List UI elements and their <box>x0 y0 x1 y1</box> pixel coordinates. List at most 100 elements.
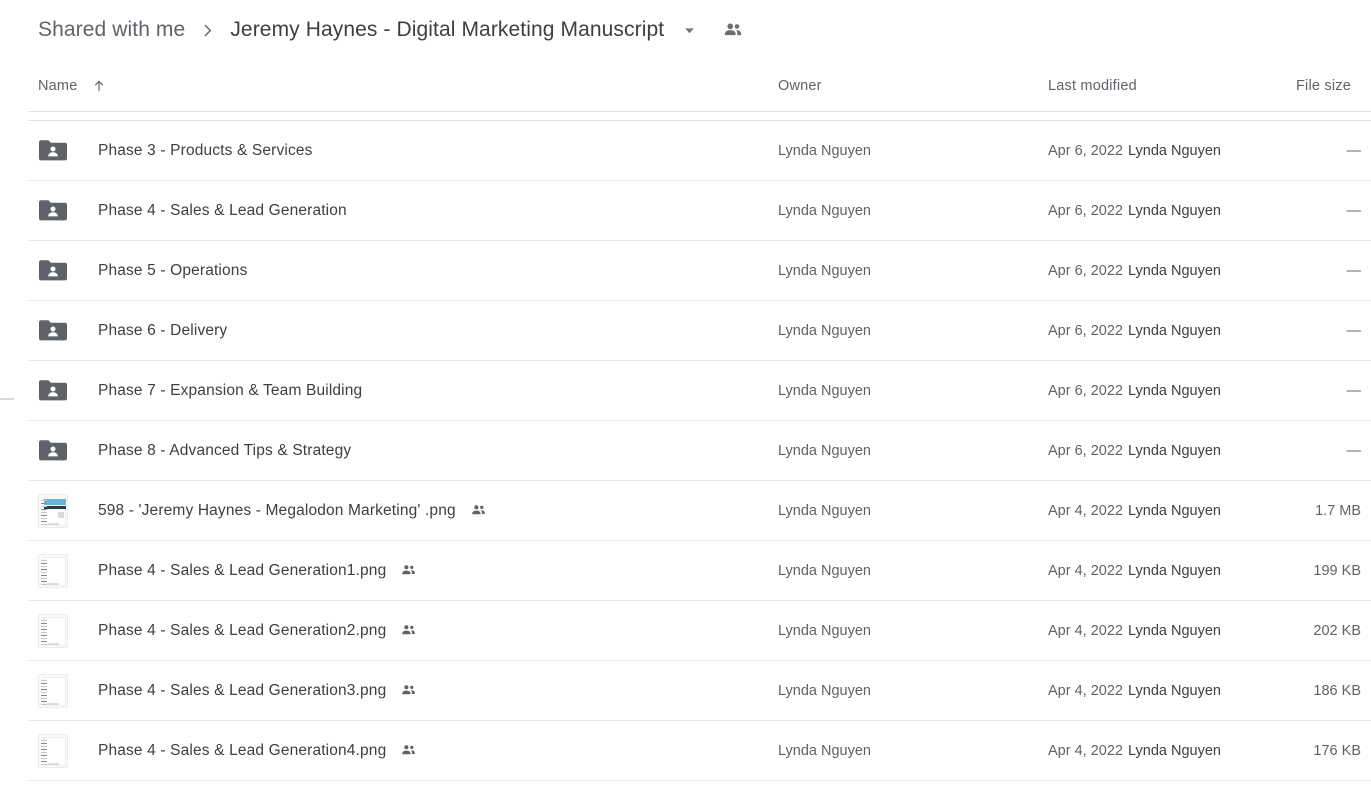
row-name-cell[interactable]: Phase 4 - Sales & Lead Generation2.png <box>38 613 778 648</box>
row-modified-date: Apr 6, 2022 <box>1048 262 1123 279</box>
row-name-cell[interactable]: Phase 4 - Sales & Lead Generation4.png <box>38 733 778 768</box>
row-file-size: — <box>1346 202 1362 219</box>
table-row[interactable]: Phase 4 - Sales & Lead Generation2.png Ly… <box>28 601 1371 661</box>
row-modified-by: Lynda Nguyen <box>1127 562 1221 579</box>
breadcrumb-parent-link[interactable]: Shared with me <box>38 18 185 42</box>
row-name-label: Phase 4 - Sales & Lead Generation2.png <box>98 621 387 639</box>
table-row[interactable]: Phase 4 - Sales & Lead Generation1.png Ly… <box>28 541 1371 601</box>
shared-people-badge-icon <box>400 562 417 579</box>
row-name-label: Phase 5 - Operations <box>98 261 248 279</box>
shared-folder-icon <box>38 318 78 343</box>
row-name-label: Phase 4 - Sales & Lead Generation4.png <box>98 741 387 759</box>
breadcrumb: Shared with me Jeremy Haynes - Digital M… <box>0 0 1371 60</box>
row-name-label: Phase 7 - Expansion & Team Building <box>98 381 363 399</box>
row-modified-date: Apr 4, 2022 <box>1048 742 1123 759</box>
row-name-cell[interactable]: Phase 4 - Sales & Lead Generation3.png <box>38 673 778 708</box>
chevron-down-icon[interactable] <box>678 19 700 41</box>
row-owner: Lynda Nguyen <box>778 622 871 639</box>
column-header-name-label: Name <box>38 77 78 94</box>
png-thumbnail-icon <box>38 553 78 588</box>
row-owner: Lynda Nguyen <box>778 262 871 279</box>
row-file-size: — <box>1346 262 1362 279</box>
row-modified-date: Apr 6, 2022 <box>1048 142 1123 159</box>
row-modified-by: Lynda Nguyen <box>1127 322 1221 339</box>
png-thumbnail-icon <box>38 673 78 708</box>
row-modified-by: Lynda Nguyen <box>1127 682 1221 699</box>
row-modified-by: Lynda Nguyen <box>1127 502 1221 519</box>
row-last-modified: Apr 6, 2022 Lynda Nguyen <box>1048 443 1296 459</box>
table-row[interactable]: Phase 3 - Products & Services Lynda Nguye… <box>28 121 1371 181</box>
shared-folder-icon <box>38 378 78 403</box>
table-row[interactable]: 598 - 'Jeremy Haynes - Megalodon Marketi… <box>28 481 1371 541</box>
row-file-size: 199 KB <box>1313 562 1361 579</box>
row-owner: Lynda Nguyen <box>778 502 871 519</box>
table-row[interactable]: Phase 8 - Advanced Tips & Strategy Lynda … <box>28 421 1371 481</box>
row-modified-by: Lynda Nguyen <box>1127 622 1221 639</box>
shared-folder-icon <box>38 198 78 223</box>
table-row[interactable]: Phase 4 - Sales & Lead Generation3.png Ly… <box>28 661 1371 721</box>
column-header-file-size[interactable]: File size <box>1296 78 1361 94</box>
png-thumbnail-icon <box>38 613 78 648</box>
row-name-cell[interactable]: Phase 5 - Operations <box>38 258 778 283</box>
row-modified-date: Apr 6, 2022 <box>1048 382 1123 399</box>
row-name-cell[interactable]: 598 - 'Jeremy Haynes - Megalodon Marketi… <box>38 493 778 528</box>
shared-people-badge-icon <box>400 682 417 699</box>
row-owner: Lynda Nguyen <box>778 142 871 159</box>
row-owner: Lynda Nguyen <box>778 442 871 459</box>
column-header-name[interactable]: Name <box>38 78 778 94</box>
table-row[interactable]: Phase 4 - Sales & Lead Generation Lynda N… <box>28 181 1371 241</box>
row-last-modified: Apr 6, 2022 Lynda Nguyen <box>1048 143 1296 159</box>
people-shared-icon[interactable] <box>722 19 744 41</box>
png-thumbnail-icon <box>38 733 78 768</box>
row-name-cell[interactable]: Phase 8 - Advanced Tips & Strategy <box>38 438 778 463</box>
table-row[interactable]: Phase 5 - Operations Lynda Nguyen Apr 6, 2… <box>28 241 1371 301</box>
row-modified-date: Apr 6, 2022 <box>1048 202 1123 219</box>
file-list-table: Name Owner Last modified File size Phase… <box>0 60 1371 781</box>
row-name-cell[interactable]: Phase 4 - Sales & Lead Generation <box>38 198 778 223</box>
arrow-up-icon[interactable] <box>91 78 107 94</box>
row-modified-date: Apr 6, 2022 <box>1048 442 1123 459</box>
shared-folder-icon <box>38 438 78 463</box>
table-row[interactable]: Phase 7 - Expansion & Team Building Lynda… <box>28 361 1371 421</box>
column-header-owner[interactable]: Owner <box>778 78 1048 94</box>
row-modified-by: Lynda Nguyen <box>1127 262 1221 279</box>
png-thumbnail-icon <box>38 493 78 528</box>
row-modified-date: Apr 4, 2022 <box>1048 562 1123 579</box>
row-name-label: Phase 4 - Sales & Lead Generation3.png <box>98 681 387 699</box>
row-name-label: Phase 4 - Sales & Lead Generation1.png <box>98 561 387 579</box>
row-name-label: Phase 8 - Advanced Tips & Strategy <box>98 441 352 459</box>
row-owner: Lynda Nguyen <box>778 322 871 339</box>
shared-folder-icon <box>38 138 78 163</box>
row-file-size: 202 KB <box>1313 622 1361 639</box>
row-file-size: 186 KB <box>1313 682 1361 699</box>
table-row[interactable]: Phase 6 - Delivery Lynda Nguyen Apr 6, 202… <box>28 301 1371 361</box>
column-header-last-modified[interactable]: Last modified <box>1048 78 1296 94</box>
row-name-cell[interactable]: Phase 3 - Products & Services <box>38 138 778 163</box>
row-file-size: — <box>1346 442 1362 459</box>
row-file-size: — <box>1346 142 1362 159</box>
row-modified-date: Apr 6, 2022 <box>1048 322 1123 339</box>
row-last-modified: Apr 4, 2022 Lynda Nguyen <box>1048 743 1296 759</box>
table-row[interactable]: Phase 4 - Sales & Lead Generation4.png Ly… <box>28 721 1371 781</box>
row-name-cell[interactable]: Phase 6 - Delivery <box>38 318 778 343</box>
row-name-label: 598 - 'Jeremy Haynes - Megalodon Marketi… <box>98 501 456 519</box>
row-modified-by: Lynda Nguyen <box>1127 742 1221 759</box>
row-last-modified: Apr 4, 2022 Lynda Nguyen <box>1048 563 1296 579</box>
shared-people-badge-icon <box>400 622 417 639</box>
row-name-cell[interactable]: Phase 7 - Expansion & Team Building <box>38 378 778 403</box>
row-modified-by: Lynda Nguyen <box>1127 442 1221 459</box>
row-last-modified: Apr 6, 2022 Lynda Nguyen <box>1048 263 1296 279</box>
row-owner: Lynda Nguyen <box>778 742 871 759</box>
row-file-size: — <box>1346 322 1362 339</box>
column-header-row: Name Owner Last modified File size <box>28 60 1371 112</box>
row-file-size: 1.7 MB <box>1315 502 1361 519</box>
row-last-modified: Apr 6, 2022 Lynda Nguyen <box>1048 203 1296 219</box>
row-name-label: Phase 3 - Products & Services <box>98 141 313 159</box>
row-owner: Lynda Nguyen <box>778 682 871 699</box>
file-rows: Phase 3 - Products & Services Lynda Nguye… <box>0 121 1371 781</box>
row-owner: Lynda Nguyen <box>778 382 871 399</box>
row-name-cell[interactable]: Phase 4 - Sales & Lead Generation1.png <box>38 553 778 588</box>
shared-people-badge-icon <box>470 502 487 519</box>
breadcrumb-current-folder[interactable]: Jeremy Haynes - Digital Marketing Manusc… <box>230 18 664 42</box>
scroll-edge-marker <box>0 398 14 400</box>
